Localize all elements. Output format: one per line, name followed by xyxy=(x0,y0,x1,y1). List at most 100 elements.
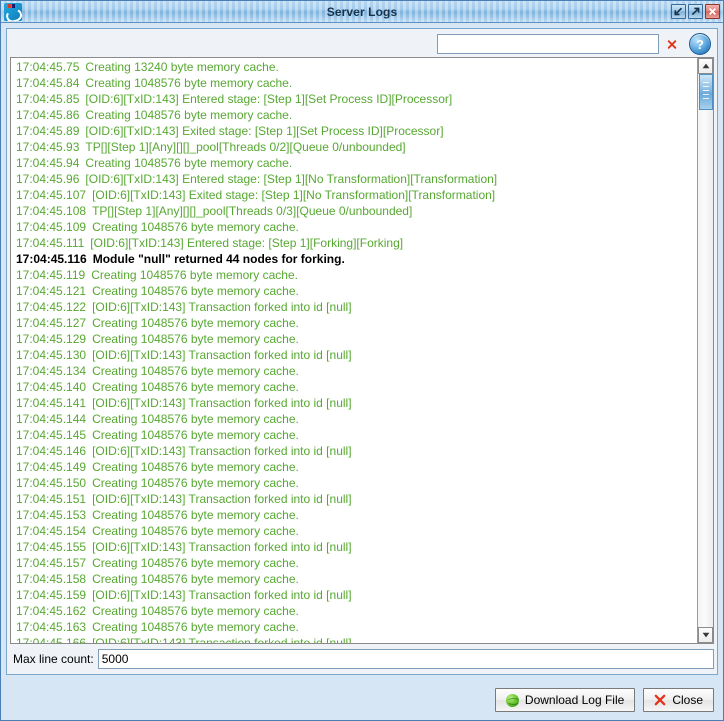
log-line: 17:04:45.111 [OID:6][TxID:143] Entered st… xyxy=(13,235,697,251)
log-line-message: [OID:6][TxID:143] Transaction forked int… xyxy=(92,300,352,314)
log-line-message: Creating 1048576 byte memory cache. xyxy=(85,108,293,122)
log-line: 17:04:45.146 [OID:6][TxID:143] Transactio… xyxy=(13,443,697,459)
close-window-button[interactable] xyxy=(705,4,720,19)
log-line-timestamp: 17:04:45.111 xyxy=(16,236,85,250)
log-line-message: Creating 1048576 byte memory cache. xyxy=(92,556,299,570)
max-line-count-label: Max line count: xyxy=(13,652,94,666)
download-log-file-button[interactable]: Download Log File xyxy=(494,688,636,712)
log-viewport: 17:04:45.75 Creating 13240 byte memory ca… xyxy=(10,57,714,644)
log-line-timestamp: 17:04:45.108 xyxy=(16,204,87,218)
log-line-message: Creating 1048576 byte memory cache. xyxy=(92,524,299,538)
search-input[interactable] xyxy=(437,34,659,54)
log-line-message: Creating 13240 byte memory cache. xyxy=(85,60,279,74)
app-logo-swirl xyxy=(4,6,22,21)
clear-search-button[interactable] xyxy=(661,33,683,55)
log-line-message: [OID:6][TxID:143] Transaction forked int… xyxy=(92,588,352,602)
log-line: 17:04:45.141 [OID:6][TxID:143] Transactio… xyxy=(13,395,697,411)
log-line: 17:04:45.163 Creating 1048576 byte memory… xyxy=(13,619,697,635)
scroll-up-button[interactable] xyxy=(698,58,713,74)
app-logo-icon xyxy=(4,2,22,21)
log-line-message: [OID:6][TxID:143] Exited stage: [Step 1]… xyxy=(92,188,496,202)
log-line: 17:04:45.86 Creating 1048576 byte memory … xyxy=(13,107,697,123)
log-line: 17:04:45.84 Creating 1048576 byte memory … xyxy=(13,75,697,91)
log-line-message: Creating 1048576 byte memory cache. xyxy=(85,156,293,170)
window-titlebar: Server Logs xyxy=(1,1,723,23)
app-logo-blue-mark xyxy=(12,3,15,8)
log-line-message: Creating 1048576 byte memory cache. xyxy=(92,412,299,426)
log-line-timestamp: 17:04:45.129 xyxy=(16,332,87,346)
log-line-timestamp: 17:04:45.158 xyxy=(16,572,87,586)
download-log-file-label: Download Log File xyxy=(524,693,625,707)
caret-up-icon xyxy=(702,63,709,69)
log-line-message: [OID:6][TxID:143] Entered stage: [Step 1… xyxy=(85,172,498,186)
log-line-timestamp: 17:04:45.109 xyxy=(16,220,87,234)
log-line-message: Creating 1048576 byte memory cache. xyxy=(92,572,299,586)
log-line-message: Creating 1048576 byte memory cache. xyxy=(92,284,299,298)
minimize-button[interactable] xyxy=(671,4,686,19)
log-line-timestamp: 17:04:45.151 xyxy=(16,492,87,506)
log-line-timestamp: 17:04:45.146 xyxy=(16,444,87,458)
log-line-message: [OID:6][TxID:143] Transaction forked int… xyxy=(92,492,352,506)
log-line-message: [OID:6][TxID:143] Transaction forked int… xyxy=(92,540,352,554)
log-line-timestamp: 17:04:45.127 xyxy=(16,316,87,330)
log-line-timestamp: 17:04:45.116 xyxy=(16,252,87,266)
log-line: 17:04:45.155 [OID:6][TxID:143] Transactio… xyxy=(13,539,697,555)
log-line-message: Creating 1048576 byte memory cache. xyxy=(92,364,299,378)
log-line-message: [OID:6][TxID:143] Entered stage: [Step 1… xyxy=(90,236,404,250)
log-line-timestamp: 17:04:45.149 xyxy=(16,460,87,474)
log-line-timestamp: 17:04:45.150 xyxy=(16,476,87,490)
log-line-message: Creating 1048576 byte memory cache. xyxy=(92,220,299,234)
log-line: 17:04:45.93 TP[][Step 1][Any][][]_pool[Th… xyxy=(13,139,697,155)
scrollbar-track[interactable] xyxy=(698,74,713,627)
log-line: 17:04:45.151 [OID:6][TxID:143] Transactio… xyxy=(13,491,697,507)
log-line-message: Creating 1048576 byte memory cache. xyxy=(92,476,299,490)
dialog-footer: Download Log File Close xyxy=(1,680,723,720)
log-line: 17:04:45.144 Creating 1048576 byte memory… xyxy=(13,411,697,427)
log-line-timestamp: 17:04:45.130 xyxy=(16,348,87,362)
log-line-message: Creating 1048576 byte memory cache. xyxy=(92,380,299,394)
log-line-timestamp: 17:04:45.153 xyxy=(16,508,87,522)
arrow-up-right-icon xyxy=(691,7,700,16)
log-scrollbar[interactable] xyxy=(697,58,713,643)
log-line-message: Creating 1048576 byte memory cache. xyxy=(92,428,299,442)
log-line-message: TP[][Step 1][Any][][]_pool[Threads 0/2][… xyxy=(85,140,406,154)
log-line: 17:04:45.153 Creating 1048576 byte memory… xyxy=(13,507,697,523)
maximize-button[interactable] xyxy=(688,4,703,19)
help-button[interactable]: ? xyxy=(689,33,711,55)
globe-download-icon xyxy=(505,693,520,707)
window-title: Server Logs xyxy=(326,4,398,19)
log-line: 17:04:45.107 [OID:6][TxID:143] Exited sta… xyxy=(13,187,697,203)
log-line: 17:04:45.149 Creating 1048576 byte memory… xyxy=(13,459,697,475)
scroll-down-button[interactable] xyxy=(698,627,713,643)
log-line: 17:04:45.140 Creating 1048576 byte memory… xyxy=(13,379,697,395)
log-line-timestamp: 17:04:45.145 xyxy=(16,428,87,442)
log-line-timestamp: 17:04:45.157 xyxy=(16,556,87,570)
log-line-timestamp: 17:04:45.107 xyxy=(16,188,87,202)
log-line-timestamp: 17:04:45.75 xyxy=(16,60,80,74)
log-line-message: [OID:6][TxID:143] Entered stage: [Step 1… xyxy=(85,92,453,106)
log-line-message: [OID:6][TxID:143] Transaction forked int… xyxy=(92,444,352,458)
max-line-count-input[interactable] xyxy=(97,649,714,669)
window-controls xyxy=(671,4,723,19)
close-x-icon xyxy=(708,7,717,16)
search-toolbar: ? xyxy=(10,31,714,57)
close-button[interactable]: Close xyxy=(643,688,714,712)
close-red-x-icon xyxy=(654,694,666,706)
log-line-timestamp: 17:04:45.162 xyxy=(16,604,87,618)
log-line-timestamp: 17:04:45.86 xyxy=(16,108,80,122)
help-question-icon: ? xyxy=(696,36,704,52)
scrollbar-thumb[interactable] xyxy=(699,74,713,110)
log-line-timestamp: 17:04:45.166 xyxy=(16,636,87,643)
log-text-area[interactable]: 17:04:45.75 Creating 13240 byte memory ca… xyxy=(11,58,697,643)
log-line-message: Creating 1048576 byte memory cache. xyxy=(92,604,299,618)
log-line: 17:04:45.150 Creating 1048576 byte memory… xyxy=(13,475,697,491)
log-line: 17:04:45.89 [OID:6][TxID:143] Exited stag… xyxy=(13,123,697,139)
server-logs-window: Server Logs ? 17:04:45.75 Creating 13240… xyxy=(0,0,724,721)
red-x-icon xyxy=(667,39,677,49)
log-line: 17:04:45.94 Creating 1048576 byte memory … xyxy=(13,155,697,171)
log-line: 17:04:45.109 Creating 1048576 byte memory… xyxy=(13,219,697,235)
log-line-message: Module "null" returned 44 nodes for fork… xyxy=(92,252,345,266)
log-line-timestamp: 17:04:45.89 xyxy=(16,124,80,138)
log-line-message: [OID:6][TxID:143] Transaction forked int… xyxy=(92,348,352,362)
log-line: 17:04:45.159 [OID:6][TxID:143] Transactio… xyxy=(13,587,697,603)
